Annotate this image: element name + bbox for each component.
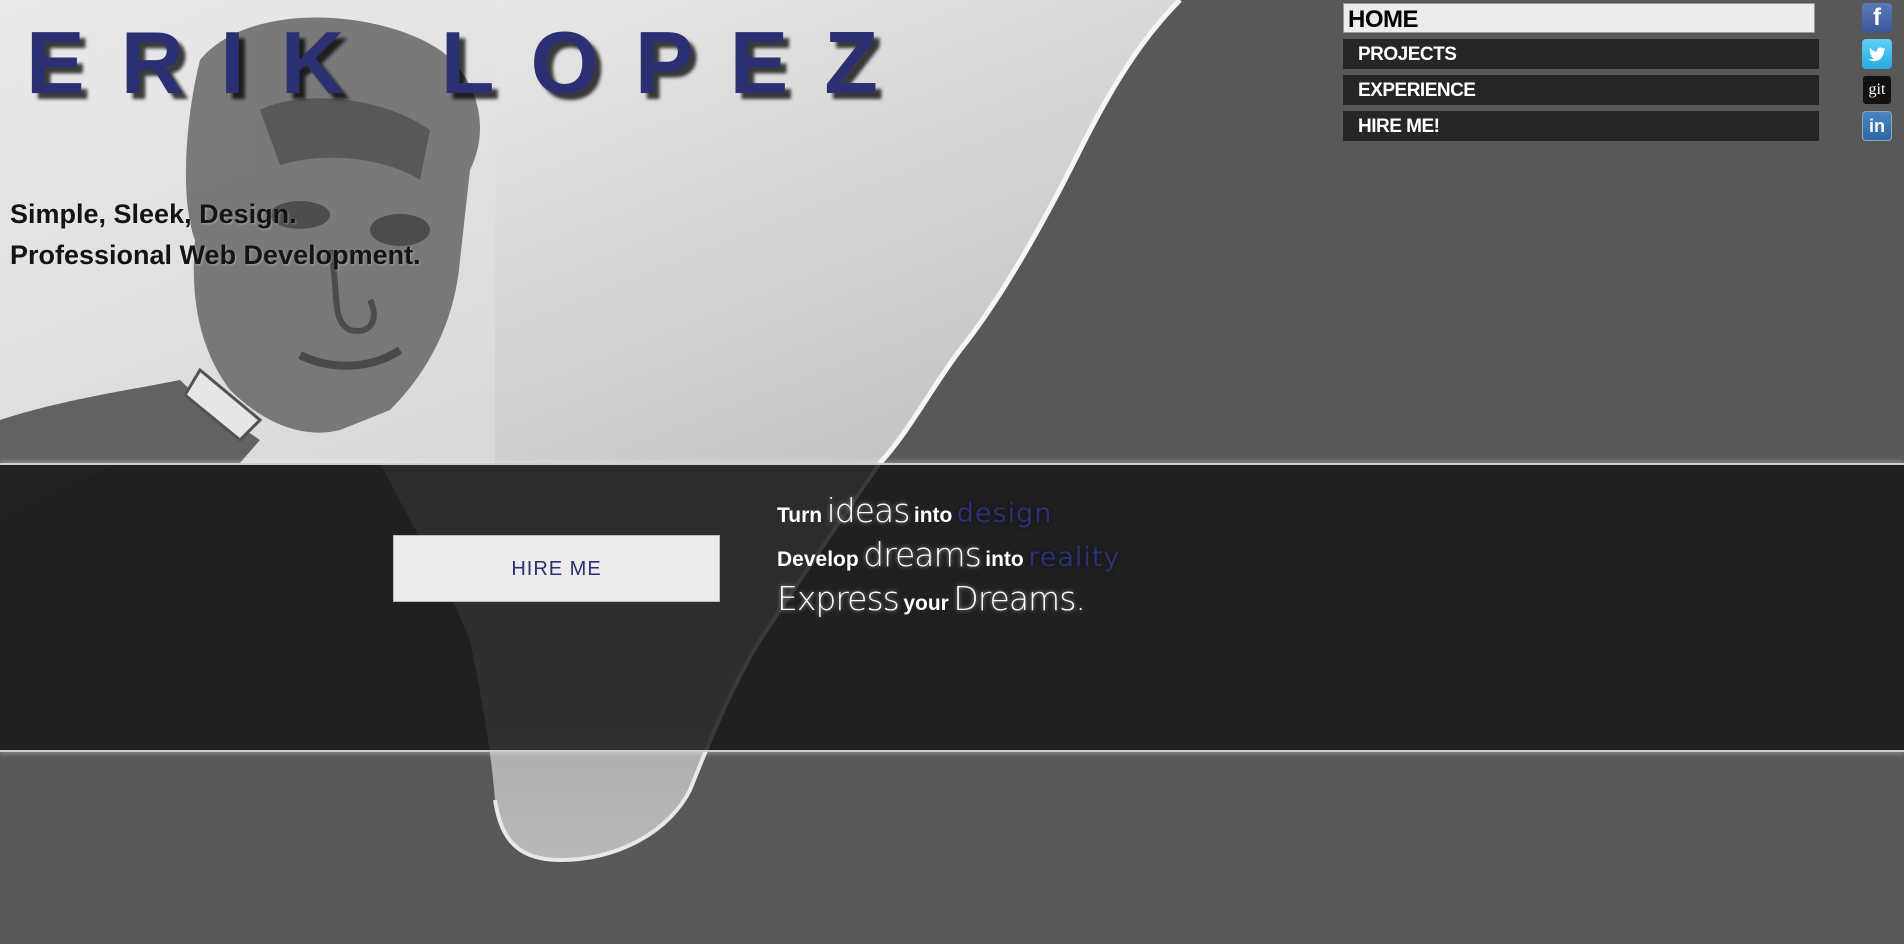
nav-item-home[interactable]: HOME [1343,3,1815,33]
twitter-icon[interactable] [1862,39,1892,69]
slogan-line-1: Turn ideas into design [777,489,1120,533]
tagline-line-1: Simple, Sleek, Design. [10,199,297,229]
slogan-word: Dreams. [953,579,1086,618]
slogan-accent-word: design [956,498,1053,529]
slogan-word: Develop [777,548,859,571]
nav-item-experience[interactable]: EXPERIENCE [1343,75,1819,105]
tagline: Simple, Sleek, Design. Professional Web … [10,194,421,276]
slogan-word: Turn [777,504,823,527]
slogan-word: Express [777,579,900,618]
github-icon[interactable]: git [1862,75,1892,105]
slogan-line-3: Express your Dreams. [777,577,1120,621]
hero-band: HIRE ME Turn ideas into design Develop d… [0,463,1904,752]
twitter-bird-icon [1868,47,1886,62]
linkedin-glyph: in [1869,115,1885,136]
facebook-icon[interactable]: f [1862,3,1892,33]
slogan-word: dreams [863,535,982,574]
slogan-line-2: Develop dreams into reality [777,533,1120,577]
nav-item-projects[interactable]: PROJECTS [1343,39,1819,69]
slogan-word: your [903,592,949,615]
slogan-accent-word: reality [1028,542,1121,573]
linkedin-icon[interactable]: in [1862,111,1892,141]
slogan-word: into [985,548,1024,571]
github-glyph: git [1868,81,1886,98]
social-links: f git in [1862,3,1892,147]
hire-me-button[interactable]: HIRE ME [393,535,720,602]
main-nav: HOME PROJECTS EXPERIENCE HIRE ME! [1343,3,1820,147]
slogan-word: ideas [826,491,911,530]
facebook-glyph: f [1873,4,1881,31]
nav-item-hire-me[interactable]: HIRE ME! [1343,111,1819,141]
slogan-word: into [913,504,953,527]
slogan-block: Turn ideas into design Develop dreams in… [777,489,1120,621]
tagline-line-2: Professional Web Development. [10,240,421,270]
site-logo[interactable]: ERIK LOPEZ [26,8,914,118]
